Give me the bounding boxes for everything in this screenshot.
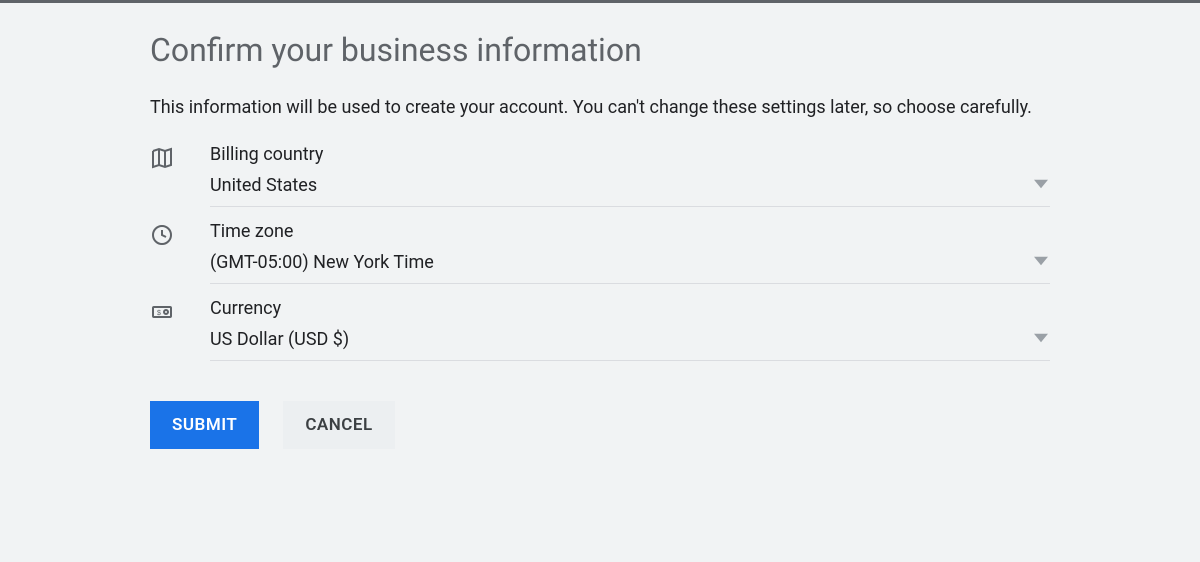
page-title: Confirm your business information — [150, 31, 1050, 69]
cancel-button[interactable]: CANCEL — [283, 401, 394, 449]
field-time-zone: Time zone (GMT-05:00) New York Time — [150, 221, 1050, 284]
page-subtitle: This information will be used to create … — [150, 97, 1050, 118]
field-currency: $ Currency US Dollar (USD $) — [150, 298, 1050, 361]
svg-text:$: $ — [157, 310, 161, 317]
billing-country-value: United States — [210, 175, 317, 196]
clock-icon — [150, 221, 210, 247]
currency-select[interactable]: US Dollar (USD $) — [210, 325, 1050, 361]
chevron-down-icon — [1034, 329, 1048, 350]
field-billing-country: Billing country United States — [150, 144, 1050, 207]
billing-country-select[interactable]: United States — [210, 171, 1050, 207]
currency-value: US Dollar (USD $) — [210, 329, 349, 350]
chevron-down-icon — [1034, 175, 1048, 196]
currency-icon: $ — [150, 298, 210, 324]
actions: SUBMIT CANCEL — [150, 401, 1050, 449]
time-zone-select[interactable]: (GMT-05:00) New York Time — [210, 248, 1050, 284]
submit-button[interactable]: SUBMIT — [150, 401, 259, 449]
billing-country-label: Billing country — [210, 144, 1050, 165]
chevron-down-icon — [1034, 252, 1048, 273]
map-icon — [150, 144, 210, 170]
form-container: Confirm your business information This i… — [0, 3, 1200, 449]
currency-label: Currency — [210, 298, 1050, 319]
time-zone-value: (GMT-05:00) New York Time — [210, 252, 434, 273]
time-zone-label: Time zone — [210, 221, 1050, 242]
